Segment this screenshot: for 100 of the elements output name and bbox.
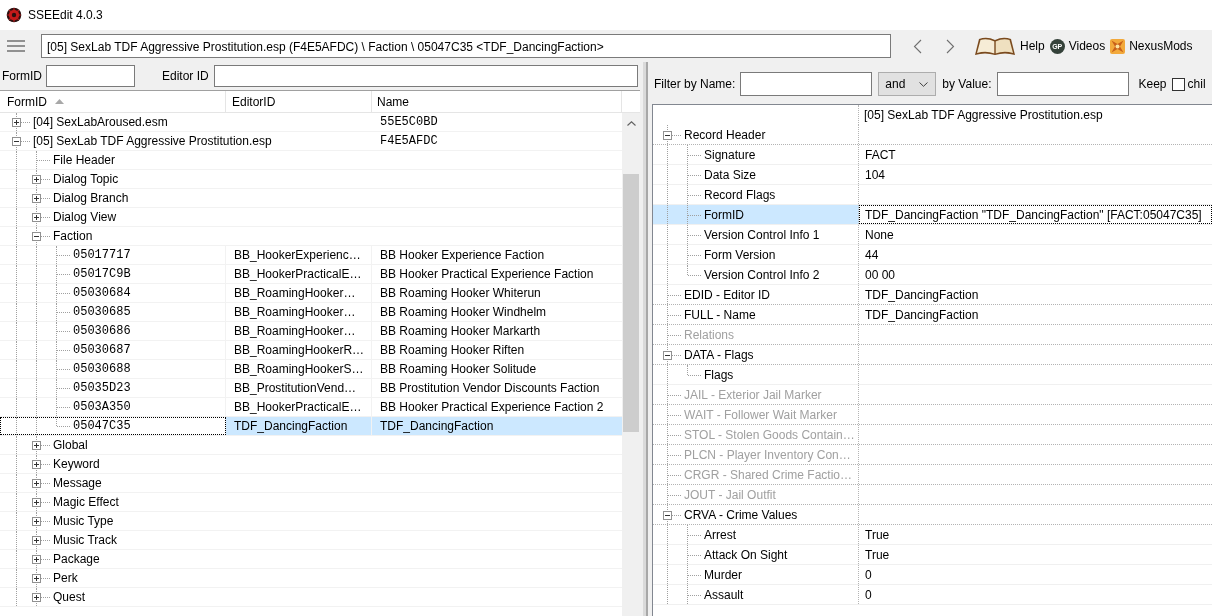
chevron-up-icon[interactable] <box>626 121 636 126</box>
tree-label: File Header <box>53 153 116 167</box>
form-id-cell: 05017717 <box>73 248 131 262</box>
tree-row[interactable]: Music Track <box>0 531 622 550</box>
editor-id-cell: BB_RoamingHookerR… <box>234 343 365 357</box>
scrollbar-thumb[interactable] <box>623 174 639 432</box>
record-row[interactable]: Record Header <box>653 125 1212 145</box>
tree-row[interactable]: Perk <box>0 569 622 588</box>
tree-row[interactable]: Dialog Branch <box>0 189 622 208</box>
record-row[interactable]: Murder 0 <box>653 565 1212 585</box>
tree-label: Magic Effect <box>53 495 119 509</box>
tree-row[interactable]: Dialog View <box>0 208 622 227</box>
record-row[interactable]: DATA - Flags <box>653 345 1212 365</box>
form-id-cell: 05047C35 <box>73 419 131 433</box>
tree-row[interactable]: 05035D23 BB_ProstitutionVend… BB Prostitution Vendor Discounts Faction <box>0 379 622 398</box>
tree-row[interactable]: Global <box>0 436 622 455</box>
column-header[interactable]: EditorID <box>226 91 372 112</box>
plus-box-icon[interactable] <box>12 118 21 127</box>
record-row[interactable]: EDID - Editor ID TDF_DancingFaction <box>653 285 1212 305</box>
plus-box-icon[interactable] <box>32 213 41 222</box>
record-row[interactable]: Version Control Info 2 00 00 <box>653 265 1212 285</box>
toolbar-link[interactable]: Help <box>974 36 1045 56</box>
field-value: TDF_DancingFaction <box>865 307 979 322</box>
plus-box-icon[interactable] <box>32 175 41 184</box>
tree-row[interactable]: 05017717 BB_HookerExperienc… BB Hooker Experience Faction <box>0 246 622 265</box>
field-label: DATA - Flags <box>684 347 754 362</box>
tree-row[interactable]: Keyword <box>0 455 622 474</box>
plus-box-icon[interactable] <box>32 194 41 203</box>
field-label: Relations <box>684 327 735 342</box>
record-row[interactable]: Arrest True <box>653 525 1212 545</box>
name-cell: BB Hooker Experience Faction <box>380 248 545 262</box>
plus-box-icon[interactable] <box>32 555 41 564</box>
path-field[interactable]: [05] SexLab TDF Aggressive Prostitution.esp (F4E5AFDC) \ Faction \ 05047C35 <TDF_DancingFaction> <box>41 34 891 58</box>
record-row[interactable]: Attack On Sight True <box>653 545 1212 565</box>
minus-box-icon[interactable] <box>663 350 672 360</box>
plus-box-icon[interactable] <box>32 479 41 488</box>
plus-box-icon[interactable] <box>32 460 41 469</box>
tree-row[interactable]: Message <box>0 474 622 493</box>
tree-row[interactable]: 05030688 BB_RoamingHookerS… BB Roaming Hooker Solitude <box>0 360 622 379</box>
tree-row[interactable]: 05030686 BB_RoamingHooker… BB Roaming Hooker Markarth <box>0 322 622 341</box>
minus-box-icon[interactable] <box>663 510 672 520</box>
tree-row[interactable]: 05017C9B BB_HookerPracticalE… BB Hooker Practical Experience Faction <box>0 265 622 284</box>
editor-id-cell: TDF_DancingFaction <box>234 419 348 433</box>
tree-row[interactable]: 05030687 BB_RoamingHookerR… BB Roaming Hooker Riften <box>0 341 622 360</box>
book-icon <box>974 36 1016 56</box>
record-row[interactable]: Version Control Info 1 None <box>653 225 1212 245</box>
tree-row[interactable]: Music Type <box>0 512 622 531</box>
form-id-cell: 05030684 <box>73 286 131 300</box>
chevron-right-icon[interactable] <box>946 38 955 54</box>
plus-box-icon[interactable] <box>32 498 41 507</box>
name-cell: BB Hooker Practical Experience Faction 2 <box>380 400 604 414</box>
tree-row[interactable]: 05030684 BB_RoamingHooker… BB Roaming Hooker Whiterun <box>0 284 622 303</box>
column-header[interactable]: Name <box>372 91 622 112</box>
checkbox[interactable] <box>1171 77 1185 91</box>
record-row[interactable]: Form Version 44 <box>653 245 1212 265</box>
tree-label: Message <box>53 476 102 490</box>
tree-row[interactable]: 05047C35 TDF_DancingFaction TDF_DancingFaction <box>0 417 622 436</box>
plus-box-icon[interactable] <box>32 593 41 602</box>
tree-row[interactable]: Quest <box>0 588 622 607</box>
field-label: Record Header <box>684 127 766 142</box>
minus-box-icon[interactable] <box>32 232 41 241</box>
record-row[interactable]: FormID TDF_DancingFaction "TDF_DancingFaction" [FACT:05047C35] <box>653 205 1212 225</box>
plus-box-icon[interactable] <box>32 536 41 545</box>
record-row[interactable]: Signature FACT <box>653 145 1212 165</box>
form-id-field[interactable] <box>46 65 135 87</box>
chevron-down-icon <box>919 81 929 87</box>
record-row[interactable]: Assault 0 <box>653 585 1212 605</box>
name-filter-field[interactable] <box>740 72 873 96</box>
plus-box-icon[interactable] <box>32 517 41 526</box>
record-row[interactable]: Data Size 104 <box>653 165 1212 185</box>
plus-box-icon[interactable] <box>32 574 41 583</box>
tree-label: [05] SexLab TDF Aggressive Prostitution.esp <box>33 134 272 148</box>
field-label: Data Size <box>704 167 757 182</box>
tree-row[interactable]: Faction <box>0 227 622 246</box>
minus-box-icon[interactable] <box>12 137 21 146</box>
chevron-left-icon[interactable] <box>913 38 922 54</box>
checkbox-label: chil <box>1187 77 1206 91</box>
tree-row[interactable]: Dialog Topic <box>0 170 622 189</box>
value-filter-field[interactable] <box>996 72 1129 96</box>
record-row[interactable]: Flags <box>653 365 1212 385</box>
toolbar-link[interactable]: NexusMods <box>1110 38 1193 54</box>
tree-row[interactable]: [05] SexLab TDF Aggressive Prostitution.esp F4E5AFDC <box>0 132 622 151</box>
column-header[interactable]: FormID <box>0 91 226 112</box>
tree-label: Music Type <box>53 514 114 528</box>
record-row[interactable]: FULL - Name TDF_DancingFaction <box>653 305 1212 325</box>
tree-row[interactable]: File Header <box>0 151 622 170</box>
record-row[interactable]: CRVA - Crime Values <box>653 505 1212 525</box>
scrollbar-track[interactable] <box>622 113 640 616</box>
plus-box-icon[interactable] <box>32 441 41 450</box>
field-label: FULL - Name <box>684 307 756 322</box>
tree-row[interactable]: Magic Effect <box>0 493 622 512</box>
editor-id-field[interactable] <box>213 65 638 87</box>
operator-dropdown[interactable]: and <box>878 72 937 96</box>
minus-box-icon[interactable] <box>663 130 672 140</box>
field-value: 00 00 <box>865 267 896 282</box>
tree-row[interactable]: Package <box>0 550 622 569</box>
menu-icon[interactable] <box>7 40 25 52</box>
tree-row[interactable]: 05030685 BB_RoamingHooker… BB Roaming Hooker Windhelm <box>0 303 622 322</box>
name-cell: BB Roaming Hooker Markarth <box>380 324 541 338</box>
tree-row[interactable]: [04] SexLabAroused.esm 55E5C0BD <box>0 113 622 132</box>
